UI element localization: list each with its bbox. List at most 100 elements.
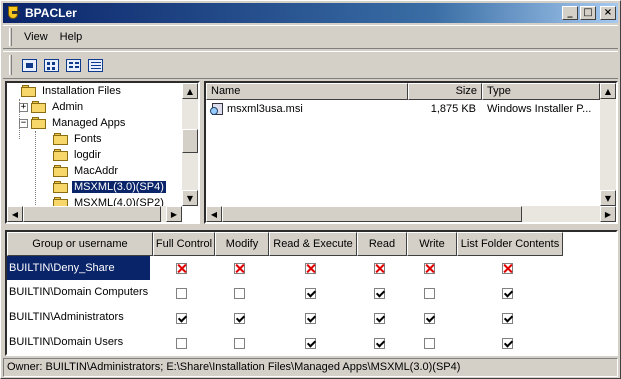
checkbox-list-folder-contents[interactable] [502, 313, 513, 324]
tree-item-label: Fonts [74, 133, 102, 145]
details-view-button[interactable] [84, 55, 106, 75]
checkbox-read[interactable] [374, 338, 385, 349]
checkbox-list-folder-contents[interactable] [502, 338, 513, 349]
tree-item-logdir[interactable]: logdir [53, 147, 103, 163]
checkbox-full-control[interactable] [176, 263, 187, 274]
tree-item-fonts[interactable]: Fonts [53, 131, 104, 147]
checkbox-read[interactable] [374, 313, 385, 324]
scroll-right-arrow-icon[interactable]: ▶ [166, 206, 182, 222]
tree-item-label: Installation Files [42, 85, 121, 97]
file-row-name[interactable]: msxml3usa.msi [227, 101, 407, 117]
checkbox-modify[interactable] [234, 313, 245, 324]
app-shield-key-icon [6, 5, 22, 21]
checkbox-read-execute[interactable] [305, 338, 316, 349]
maximize-button[interactable]: □ [580, 6, 596, 20]
perm-header-modify[interactable]: Modify [215, 232, 269, 256]
perm-header-read[interactable]: Read [357, 232, 407, 256]
scroll-left-arrow-icon[interactable]: ◀ [7, 206, 23, 222]
msi-file-icon [210, 102, 224, 116]
folder-open-icon [31, 116, 47, 130]
checkbox-read-execute[interactable] [305, 288, 316, 299]
tree-expander-plus[interactable]: + [19, 102, 28, 112]
checkbox-full-control[interactable] [176, 313, 187, 324]
perm-header-full-control[interactable]: Full Control [153, 232, 215, 256]
tree-item-msxml3[interactable]: MSXML(3.0)(SP4) [53, 179, 167, 195]
tree-item-label: logdir [74, 149, 101, 161]
list-icon [65, 58, 81, 72]
tree-expander-minus[interactable]: − [19, 118, 28, 128]
checkbox-modify[interactable] [234, 288, 245, 299]
checkbox-modify[interactable] [234, 263, 245, 274]
folder-tree[interactable]: Installation Files + Admin − Managed App… [5, 81, 200, 224]
tree-line [35, 131, 36, 207]
folder-icon [21, 84, 37, 98]
tree-item-managed-apps[interactable]: − Managed Apps [19, 115, 127, 131]
status-bar: Owner: BUILTIN\Administrators; E:\Share\… [3, 358, 618, 377]
scroll-down-arrow-icon[interactable]: ▼ [600, 190, 616, 206]
menu-bar: View Help [3, 25, 618, 49]
checkbox-read-execute[interactable] [305, 263, 316, 274]
scroll-down-arrow-icon[interactable]: ▼ [182, 190, 198, 206]
column-header-type[interactable]: Type [482, 83, 600, 100]
perm-row-administrators[interactable]: BUILTIN\Administrators [7, 305, 150, 329]
folder-icon [53, 132, 69, 146]
list-view-button[interactable] [62, 55, 84, 75]
perm-header-group[interactable]: Group or username [7, 232, 153, 256]
small-icons-view-button[interactable] [40, 55, 62, 75]
checkbox-list-folder-contents[interactable] [502, 263, 513, 274]
scroll-thumb[interactable] [182, 129, 198, 153]
perm-row-deny-share[interactable]: BUILTIN\Deny_Share [7, 256, 150, 280]
scroll-thumb[interactable] [23, 206, 161, 222]
perm-header-read-execute[interactable]: Read & Execute [269, 232, 357, 256]
small-icons-icon [43, 58, 59, 72]
scroll-left-arrow-icon[interactable]: ◀ [206, 206, 222, 222]
checkbox-write[interactable] [424, 338, 435, 349]
perm-row-domain-users[interactable]: BUILTIN\Domain Users [7, 330, 150, 354]
file-row-type: Windows Installer P... [487, 103, 592, 115]
tree-item-label: MacAddr [74, 165, 119, 177]
tree-item-admin[interactable]: + Admin [19, 99, 85, 115]
large-icons-view-button[interactable] [18, 55, 40, 75]
tree-item-label: Managed Apps [52, 117, 126, 129]
toolbar-grip[interactable] [9, 55, 12, 75]
toolbar [3, 51, 618, 79]
file-list[interactable]: Name Size Type Da msxml3usa.msi 1,875 KB… [204, 81, 618, 224]
permissions-grid[interactable]: Group or username Full Control Modify Re… [5, 230, 618, 356]
checkbox-modify[interactable] [234, 338, 245, 349]
scroll-up-arrow-icon[interactable]: ▲ [600, 83, 616, 99]
details-icon [87, 58, 103, 72]
file-horizontal-scrollbar[interactable]: ◀ ▶ [206, 206, 616, 222]
checkbox-write[interactable] [424, 288, 435, 299]
checkbox-list-folder-contents[interactable] [502, 288, 513, 299]
checkbox-read[interactable] [374, 288, 385, 299]
perm-header-write[interactable]: Write [407, 232, 457, 256]
checkbox-read[interactable] [374, 263, 385, 274]
menubar-grip[interactable] [9, 28, 12, 46]
tree-item-macaddr[interactable]: MacAddr [53, 163, 120, 179]
title-bar[interactable]: BPACLer _ □ × [3, 3, 618, 23]
menu-view[interactable]: View [18, 29, 54, 45]
checkbox-full-control[interactable] [176, 288, 187, 299]
minimize-button[interactable]: _ [562, 6, 578, 20]
tree-horizontal-scrollbar[interactable]: ◀ ▶ [7, 206, 182, 222]
file-row-size: 1,875 KB [430, 103, 476, 115]
checkbox-write[interactable] [424, 263, 435, 274]
column-header-size[interactable]: Size [408, 83, 482, 100]
checkbox-read-execute[interactable] [305, 313, 316, 324]
tree-item-installation-files[interactable]: Installation Files [9, 83, 123, 99]
scroll-thumb[interactable] [222, 206, 522, 222]
perm-row-domain-computers[interactable]: BUILTIN\Domain Computers [7, 280, 150, 304]
scroll-up-arrow-icon[interactable]: ▲ [182, 83, 198, 99]
file-vertical-scrollbar[interactable]: ▲ ▼ [600, 83, 616, 206]
folder-icon [53, 180, 69, 194]
scroll-right-arrow-icon[interactable]: ▶ [600, 206, 616, 222]
menu-help[interactable]: Help [54, 29, 89, 45]
large-icons-icon [21, 58, 37, 72]
perm-header-list-folder[interactable]: List Folder Contents [457, 232, 563, 256]
close-button[interactable]: × [600, 6, 616, 20]
column-header-name[interactable]: Name [206, 83, 408, 100]
tree-vertical-scrollbar[interactable]: ▲ ▼ [182, 83, 198, 206]
tree-item-label-selected: MSXML(3.0)(SP4) [71, 180, 167, 194]
checkbox-full-control[interactable] [176, 338, 187, 349]
checkbox-write[interactable] [424, 313, 435, 324]
